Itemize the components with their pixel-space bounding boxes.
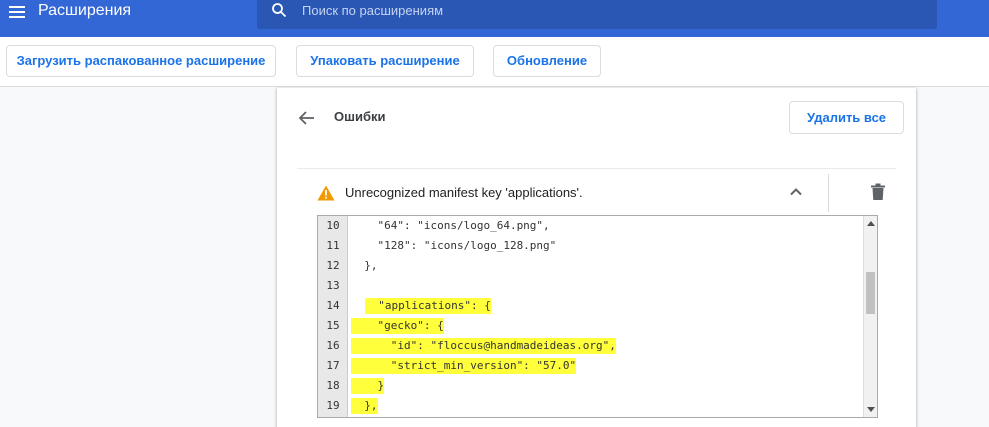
line-content: "64": "icons/logo_64.png",	[351, 219, 550, 232]
code-line-highlighted: 16 "id": "floccus@handmadeideas.org",	[318, 336, 863, 356]
code-line-highlighted: 15 "gecko": {	[318, 316, 863, 336]
errors-title: Ошибки	[334, 109, 386, 124]
code-viewer[interactable]: 10 "64": "icons/logo_64.png", 11 "128": …	[317, 215, 878, 418]
error-message: Unrecognized manifest key 'applications'…	[345, 185, 583, 200]
search-input[interactable]: Поиск по расширениям	[257, 0, 937, 29]
code-line-highlighted: 14 "applications": {	[318, 296, 863, 316]
errors-card: Ошибки Удалить все Unrecognized manifest…	[277, 88, 916, 427]
line-number: 11	[326, 239, 340, 252]
scrollbar-thumb[interactable]	[866, 272, 875, 314]
divider	[297, 168, 896, 169]
line-number: 19	[326, 399, 340, 412]
line-content: "128": "icons/logo_128.png"	[351, 239, 557, 252]
code-line: 12 },	[318, 256, 863, 276]
code-line-highlighted: 18 }	[318, 376, 863, 396]
code-line-highlighted: 17 "strict_min_version": "57.0"	[318, 356, 863, 376]
warning-icon	[317, 185, 335, 201]
line-number: 12	[326, 259, 340, 272]
code-line: 10 "64": "icons/logo_64.png",	[318, 216, 863, 236]
menu-icon[interactable]	[6, 3, 28, 21]
search-icon	[272, 3, 287, 18]
code-line: 13	[318, 276, 863, 296]
line-number: 13	[326, 279, 340, 292]
line-number: 16	[326, 339, 340, 352]
line-number: 15	[326, 319, 340, 332]
line-content: },	[351, 259, 378, 272]
scroll-down-arrow-icon[interactable]	[867, 407, 875, 412]
search-placeholder: Поиск по расширениям	[302, 3, 444, 18]
update-button[interactable]: Обновление	[493, 45, 601, 77]
line-number: 18	[326, 379, 340, 392]
developer-toolbar: Загрузить распакованное расширение Упако…	[0, 37, 989, 87]
page-title: Расширения	[38, 2, 132, 19]
trash-icon[interactable]	[870, 183, 886, 201]
line-content-highlighted: "strict_min_version": "57.0"	[351, 358, 577, 374]
scroll-up-arrow-icon[interactable]	[867, 221, 875, 226]
arrow-back-icon[interactable]	[297, 108, 317, 128]
pack-extension-button[interactable]: Упаковать расширение	[296, 45, 474, 77]
line-content-highlighted: "applications": {	[365, 298, 491, 314]
code-scrollbar[interactable]	[863, 216, 877, 417]
app-header: Расширения Поиск по расширениям	[0, 0, 989, 37]
line-number: 10	[326, 219, 340, 232]
line-number: 14	[326, 299, 340, 312]
line-content-highlighted: },	[351, 398, 378, 414]
line-number: 17	[326, 359, 340, 372]
line-content-highlighted: "gecko": {	[351, 318, 444, 334]
line-content-highlighted: "id": "floccus@handmadeideas.org",	[351, 338, 616, 354]
line-content-highlighted: }	[351, 378, 385, 394]
chevron-up-icon[interactable]	[788, 184, 804, 200]
vertical-divider	[828, 174, 829, 212]
code-line-highlighted: 19 },	[318, 396, 863, 416]
error-item[interactable]: Unrecognized manifest key 'applications'…	[297, 170, 896, 214]
code-line: 11 "128": "icons/logo_128.png"	[318, 236, 863, 256]
delete-all-button[interactable]: Удалить все	[789, 101, 904, 134]
load-unpacked-button[interactable]: Загрузить распакованное расширение	[6, 45, 276, 77]
